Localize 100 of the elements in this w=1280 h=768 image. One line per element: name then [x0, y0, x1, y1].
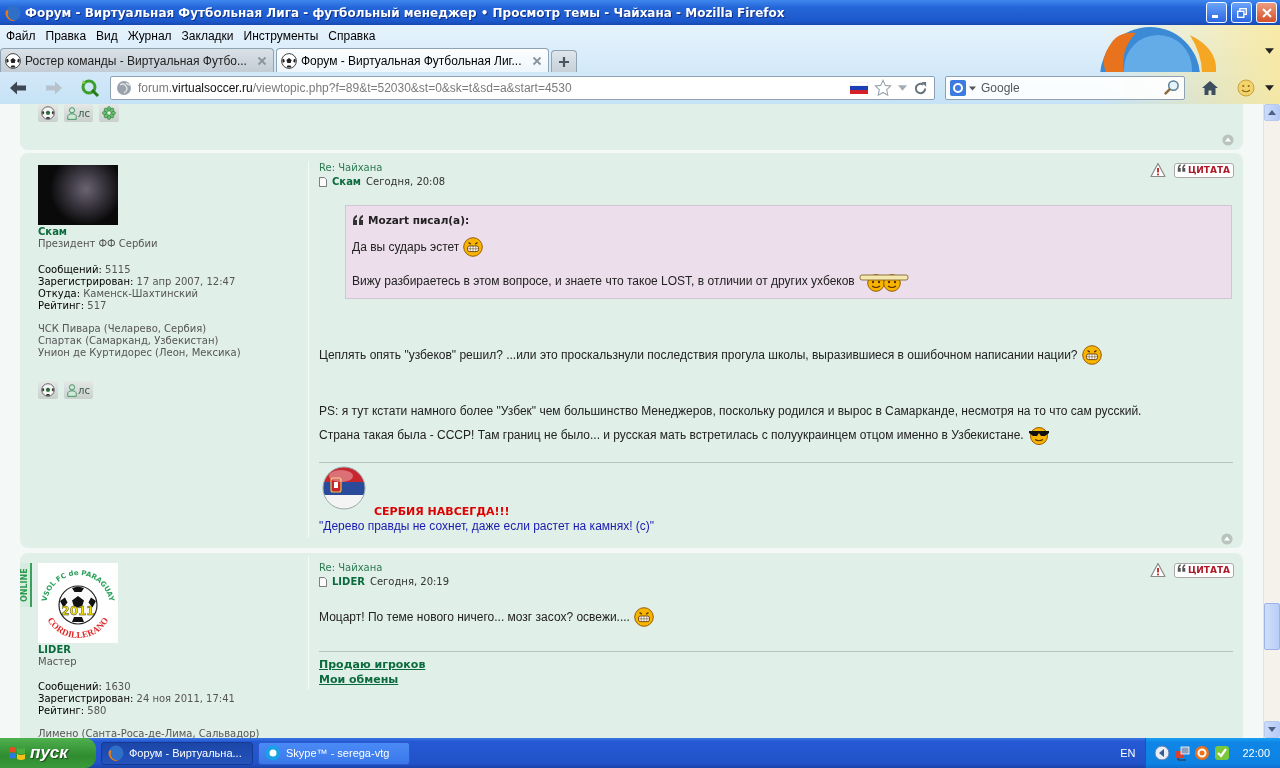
window-title: Форум - Виртуальная Футбольная Лига - футбольный менеджер • Просмотр темы - Чайхана - Mozilla Firefox — [25, 5, 786, 20]
profile-stat: Зарегистрирован: 17 апр 2007, 12:47 — [38, 276, 237, 288]
close-icon — [1261, 7, 1272, 18]
menu-item[interactable]: Правка — [40, 28, 92, 43]
warning-icon[interactable] — [1149, 162, 1166, 178]
signature-motto: "Дерево правды не сохнет, даже если растет на камнях! (с)" — [319, 519, 656, 533]
close-icon[interactable] — [531, 55, 542, 66]
menu-item[interactable]: Вид — [91, 28, 123, 43]
network-icon[interactable] — [1174, 745, 1191, 761]
taskbar-item[interactable]: Форум - Виртуальна... — [101, 741, 253, 765]
magnifier-icon[interactable] — [80, 78, 100, 98]
minimize-icon — [1212, 14, 1218, 18]
back-arrow-icon[interactable] — [8, 80, 28, 96]
search-field[interactable]: Google — [945, 76, 1185, 100]
caret-icon[interactable] — [1265, 47, 1274, 54]
quote-mark-icon — [1176, 163, 1186, 172]
reload-icon[interactable] — [913, 80, 928, 96]
ball-icon — [280, 52, 297, 69]
user-icon — [67, 106, 77, 120]
browser-tab[interactable]: Ростер команды - Виртуальная Футбо... — [0, 48, 274, 72]
fox-globe-icon — [5, 4, 21, 21]
grin-smiley-icon — [463, 237, 484, 257]
messenger-button[interactable] — [98, 104, 119, 122]
website-button[interactable] — [38, 381, 58, 399]
menu-item[interactable]: Закладки — [176, 28, 239, 43]
quote-button[interactable]: ЦИТАТА — [1173, 562, 1234, 578]
signature-link[interactable]: Продаю игроков — [319, 657, 426, 672]
ring-icon[interactable] — [1194, 745, 1211, 761]
round-logo-icon — [265, 745, 281, 761]
user-rank: Президент ФФ Сербии — [38, 238, 159, 250]
ball-icon — [5, 52, 21, 69]
menu-item[interactable]: Инструменты — [238, 28, 324, 43]
minimize-button[interactable] — [1206, 2, 1227, 23]
taskbar-item[interactable]: Skype™ - serega-vtg — [258, 741, 410, 765]
user-name[interactable]: LIDER — [38, 644, 300, 656]
menu-item[interactable]: Файл — [1, 28, 41, 43]
signature-title: СЕРБИЯ НАВСЕГДА!!! — [374, 505, 510, 519]
quote-text: Да вы сударь эстет — [352, 240, 460, 254]
close-button[interactable] — [1256, 2, 1277, 23]
message-button[interactable]: лс — [64, 104, 93, 122]
team-name: Унион де Куртидорес (Леон, Мексика) — [38, 347, 242, 359]
smiley-icon[interactable] — [1237, 79, 1255, 97]
arrow-circle-icon[interactable] — [1154, 745, 1171, 761]
caret-icon[interactable] — [969, 86, 976, 91]
language-indicator[interactable]: EN — [1120, 747, 1136, 759]
plus-icon — [557, 55, 570, 68]
page-icon — [319, 577, 327, 587]
ball-icon — [41, 106, 55, 120]
address-field[interactable]: forum.virtualsoccer.ru/viewtopic.php?f=89&t=52030&st=0&sk=t&sd=a&start=4530 — [110, 76, 935, 100]
new-tab-button[interactable] — [550, 50, 577, 72]
scroll-thumb[interactable] — [1264, 603, 1280, 651]
team-name: ЧСК Пивара (Челарево, Сербия) — [38, 323, 208, 335]
online-badge: ONLINE — [20, 563, 32, 607]
profile-stat: Сообщений: 1630 — [38, 681, 132, 693]
quote-text: Вижу разбираетесь в этом вопросе, и знаете что такое LOST, в отличии от других ухбеков — [352, 274, 855, 288]
grin-smiley-icon — [1081, 345, 1102, 365]
user-name[interactable]: Скам — [38, 226, 300, 238]
team-name: Спартак (Самарканд, Узбекистан) — [38, 335, 220, 347]
post-text: Цеплять опять "узбеков" решил? ...или это проскальзнули последствия прогула школы, выразившиеся в ошибочном написании нации? — [319, 348, 1078, 362]
post-author[interactable]: Скам — [332, 175, 362, 189]
caret-up-icon — [1268, 110, 1276, 115]
flag-icon[interactable] — [850, 82, 868, 94]
grin-smiley-icon — [633, 607, 654, 627]
start-button[interactable]: пуск — [0, 738, 96, 768]
quote-button[interactable]: ЦИТАТА — [1173, 162, 1234, 178]
profile-stat: Зарегистрирован: 24 ноя 2011, 17:41 — [38, 693, 236, 705]
restore-icon — [1236, 7, 1247, 18]
user-icon — [67, 383, 77, 397]
restore-button[interactable] — [1231, 2, 1252, 23]
menu-item[interactable]: Справка — [323, 28, 381, 43]
ball-icon — [41, 383, 55, 397]
page-icon — [319, 177, 327, 187]
sunglasses-smiley-icon — [1027, 425, 1050, 445]
menu-item[interactable]: Журнал — [122, 28, 177, 43]
profile-stat: Рейтинг: 580 — [38, 705, 108, 717]
browser-tab[interactable]: Форум - Виртуальная Футбольная Лиг... — [275, 48, 549, 72]
website-button[interactable] — [38, 104, 58, 122]
search-engine-icon[interactable] — [950, 80, 966, 96]
flower-icon — [101, 106, 116, 120]
warning-icon[interactable] — [1149, 562, 1166, 578]
caret-icon[interactable] — [1265, 85, 1274, 91]
scroll-up-button[interactable] — [1264, 104, 1280, 121]
star-icon[interactable] — [874, 79, 892, 97]
fox-globe-icon — [108, 745, 124, 761]
quote-mark-icon — [352, 215, 364, 225]
search-icon[interactable] — [1163, 79, 1180, 96]
profile-stat: Откуда: Каменск-Шахтинский — [38, 288, 199, 300]
user-rank: Мастер — [38, 656, 78, 668]
post-author[interactable]: LIDER — [332, 575, 365, 589]
signature-link[interactable]: Мои обмены — [319, 672, 399, 687]
post-text: Моцарт! По теме нового ничего... мозг засох? освежи.... — [319, 610, 630, 624]
scroll-down-button[interactable] — [1264, 721, 1280, 738]
scrollbar[interactable] — [1263, 104, 1280, 738]
check-icon[interactable] — [1214, 745, 1231, 761]
home-icon[interactable] — [1201, 80, 1219, 96]
message-button[interactable]: лс — [64, 381, 93, 399]
post-subject[interactable]: Re: Чайхана — [319, 161, 446, 175]
clock: 22:00 — [1242, 747, 1270, 759]
profile-stat: Сообщений: 5115 — [38, 264, 132, 276]
post-subject[interactable]: Re: Чайхана — [319, 561, 450, 575]
